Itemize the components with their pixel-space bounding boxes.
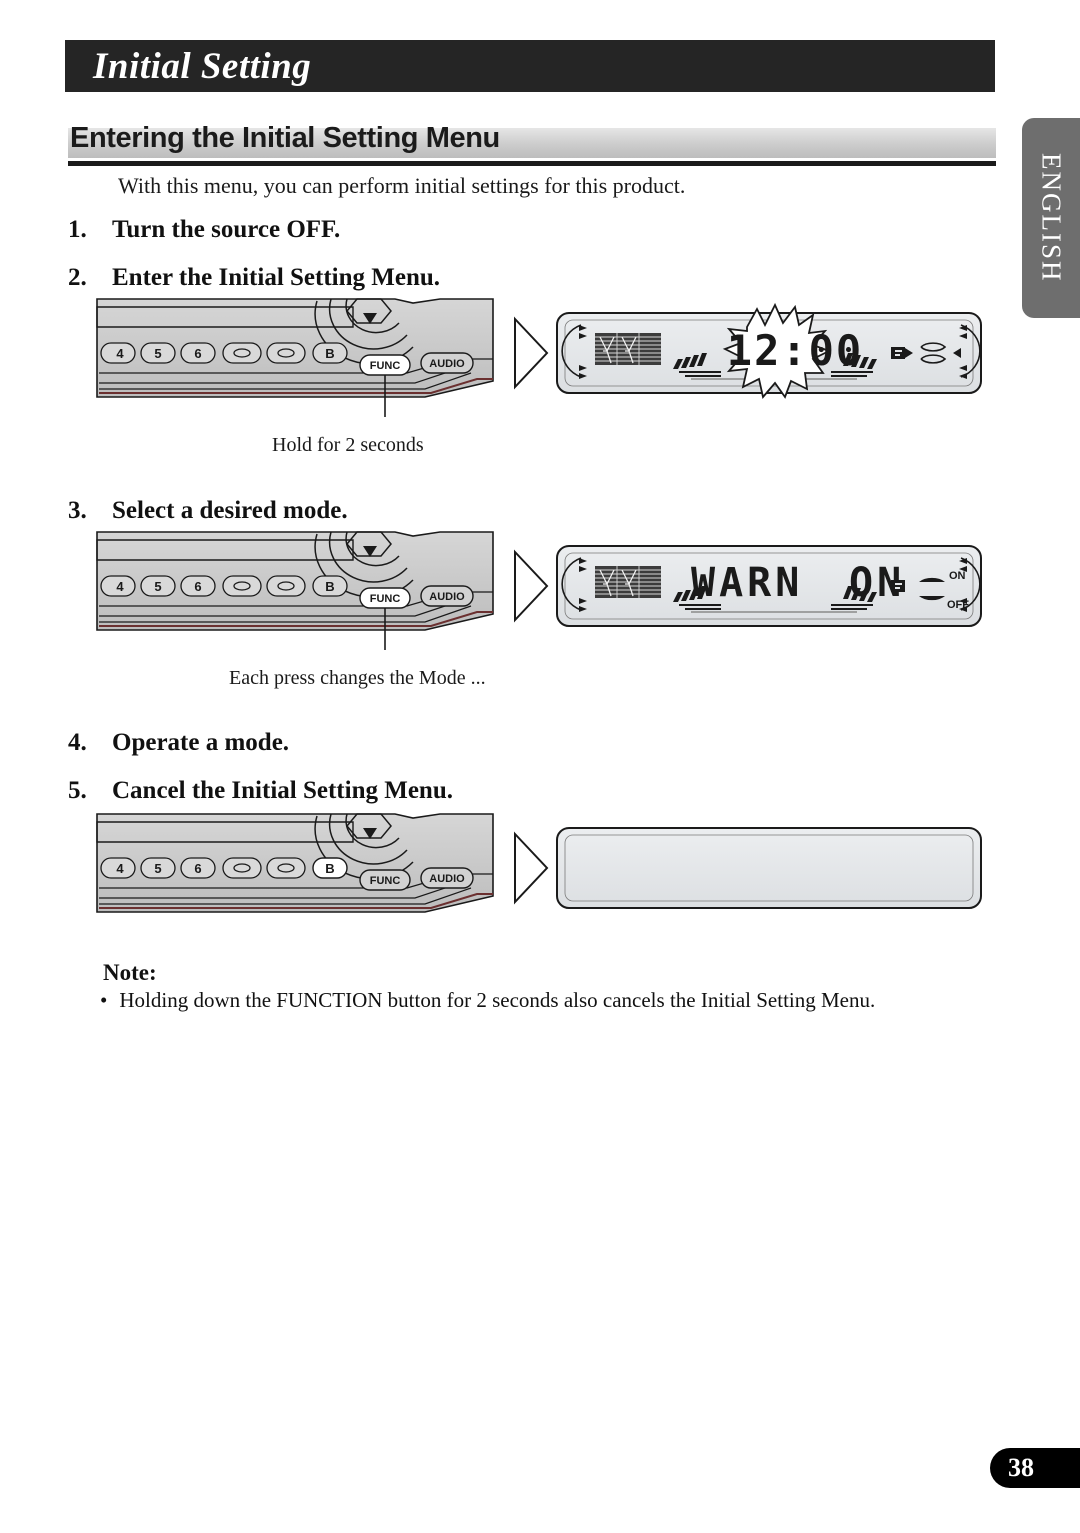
step-1-number: 1. [68,216,87,243]
caption-each-press: Each press changes the Mode ... [229,667,486,689]
lcd-display-2: WARN ON ON OFF [556,545,982,627]
preset-button-5: 5 [140,342,176,364]
page-title: Initial Setting [93,45,312,87]
lcd-main-text-1: 12:00 [727,326,863,375]
oval-button-2-3 [266,857,306,879]
head-unit-1: 4 5 6 B FUNC AUDIO [96,298,494,398]
spectrum-matrix-icon-2 [595,566,661,598]
page-title-bar: Initial Setting [65,40,995,92]
section-intro: With this menu, you can perform initial … [118,173,686,198]
audio-button-3: AUDIO [420,867,474,889]
flow-arrow-2 [514,549,549,623]
step-2-number: 2. [68,264,87,291]
svg-text:5: 5 [154,346,161,361]
step-4-number: 4. [68,729,87,756]
manual-page: Initial Setting ENGLISH Entering the Ini… [0,0,1080,1533]
preset-button-b: B [312,342,348,364]
func-button-1: FUNC [359,354,411,376]
step-5: 5. Cancel the Initial Setting Menu. [68,777,453,805]
svg-text:FUNC: FUNC [370,875,401,887]
preset-button-6: 6 [180,342,216,364]
lcd-display-3-blank [556,827,982,909]
svg-text:4: 4 [116,579,124,594]
step-3: 3. Select a desired mode. [68,497,348,525]
svg-text:B: B [325,579,334,594]
head-unit-2: 4 5 6 B FUNC AUDIO [96,531,494,631]
svg-text:AUDIO: AUDIO [429,873,465,885]
step-1: 1. Turn the source OFF. [68,216,340,244]
step-3-number: 3. [68,497,87,524]
step-2-text: Enter the Initial Setting Menu. [112,264,441,291]
preset-button-4-2: 4 [100,575,136,597]
step-1-text: Turn the source OFF. [112,216,341,243]
flow-arrow-1 [514,316,549,390]
illustration-svg-3: 4 5 6 B FUNC AUDIO [96,813,982,913]
preset-button-6-2: 6 [180,575,216,597]
oval-button-1 [222,342,262,364]
audio-button-2: AUDIO [420,585,474,607]
preset-button-4-3: 4 [100,857,136,879]
svg-text:B: B [325,346,334,361]
svg-text:5: 5 [154,861,161,876]
preset-button-5-3: 5 [140,857,176,879]
svg-text:6: 6 [194,579,201,594]
step-4: 4. Operate a mode. [68,729,289,757]
section-heading: Entering the Initial Setting Menu [68,122,996,166]
step-4-text: Operate a mode. [112,729,290,756]
svg-text:B: B [325,861,334,876]
illustration-step-5: 4 5 6 B FUNC AUDIO [95,812,985,932]
head-unit-3: 4 5 6 B FUNC AUDIO [96,813,494,913]
func-button-2: FUNC [359,587,411,609]
svg-text:6: 6 [194,861,201,876]
flow-arrow-3 [514,831,549,905]
caption-hold-2-seconds: Hold for 2 seconds [272,434,424,456]
section-heading-rule [68,161,996,166]
oval-button-1-3 [222,857,262,879]
lcd-main-text-2-left: WARN [691,560,803,606]
preset-button-5-2: 5 [140,575,176,597]
svg-text:AUDIO: AUDIO [429,591,465,603]
oval-button-2-2 [266,575,306,597]
illustration-step-3: 4 5 6 B FUNC AUDIO WARN ON ON OFF [95,530,985,650]
preset-button-b-2: B [312,575,348,597]
preset-button-4: 4 [100,342,136,364]
oval-button-2 [266,342,306,364]
step-5-text: Cancel the Initial Setting Menu. [112,777,453,804]
svg-text:4: 4 [116,861,124,876]
svg-text:AUDIO: AUDIO [429,358,465,370]
svg-text:FUNC: FUNC [370,593,401,605]
note-text: Holding down the FUNCTION button for 2 s… [119,988,876,1012]
illustration-svg-2: 4 5 6 B FUNC AUDIO WARN ON ON OFF [96,531,982,650]
language-tab-label: ENGLISH [1036,153,1067,283]
illustration-step-2: 4 5 6 B FUNC AUDIO 12:00 [95,297,985,417]
preset-button-6-3: 6 [180,857,216,879]
language-tab-english: ENGLISH [1022,118,1080,318]
svg-text:5: 5 [154,579,161,594]
note-item: • Holding down the FUNCTION button for 2 … [100,988,875,1013]
indicator-on-label: ON [949,570,966,582]
svg-text:6: 6 [194,346,201,361]
note-bullet: • [100,988,108,1012]
lcd-display-1: 12:00 [556,302,982,399]
step-3-text: Select a desired mode. [112,497,348,524]
note-title: Note: [103,960,157,985]
audio-button-1: AUDIO [420,352,474,374]
preset-button-b-3: B [312,857,348,879]
step-2: 2. Enter the Initial Setting Menu. [68,264,440,292]
func-button-3: FUNC [359,869,411,891]
illustration-svg-1: 4 5 6 B FUNC AUDIO 12:00 [96,298,982,417]
oval-button-1-2 [222,575,262,597]
page-number: 38 [990,1448,1080,1488]
step-5-number: 5. [68,777,87,804]
svg-text:FUNC: FUNC [370,360,401,372]
section-heading-label: Entering the Initial Setting Menu [70,122,500,154]
svg-text:4: 4 [116,346,124,361]
spectrum-matrix-icon-1 [595,333,661,365]
